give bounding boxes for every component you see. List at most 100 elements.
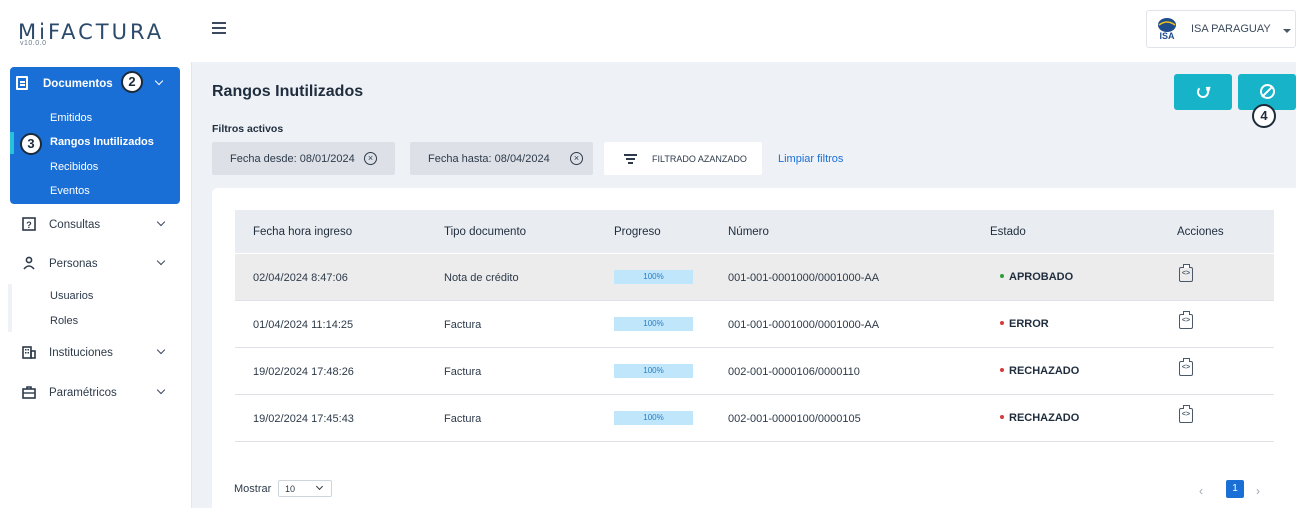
active-item-marker [10,132,14,154]
sidebar-item-consultas[interactable]: ? Consultas [22,216,172,236]
svg-text:?: ? [26,220,32,230]
remove-filter-icon[interactable]: × [570,152,583,165]
hamburger-menu-icon[interactable] [212,22,226,34]
refresh-button[interactable] [1174,74,1232,110]
status-dot-icon [1000,415,1004,420]
view-xml-icon[interactable]: <> [1179,264,1193,282]
building-icon [22,346,36,359]
column-header-progreso[interactable]: Progreso [614,226,661,238]
sidebar-item-personas[interactable]: Personas [22,255,172,275]
organization-selector[interactable]: ISA ISA PARAGUAY [1146,10,1296,48]
page-title: Rangos Inutilizados [212,83,364,100]
organization-logo-icon: ISA [1158,18,1176,41]
sidebar-item-parametricos[interactable]: Paramétricos [22,384,172,404]
view-xml-icon[interactable]: <> [1179,358,1193,376]
sidebar-item-emitidos[interactable]: Emitidos [50,112,92,124]
app-version: v10.0.0 [20,40,47,47]
briefcase-icon [22,386,36,399]
filter-chip-fecha-desde: Fecha desde: 08/01/2024 × [212,142,395,175]
cell-tipo: Factura [444,319,482,331]
top-bar: MiFACTURA v10.0.0 ISA ISA PARAGUAY [0,0,1296,62]
chevron-down-icon [156,256,166,266]
sidebar-item-label: Instituciones [49,347,113,359]
table-header: Fecha hora ingreso Tipo documento Progre… [235,210,1274,253]
advanced-filter-label: FILTRADO AZANZADO [652,154,747,164]
cell-fecha: 19/02/2024 17:48:26 [253,366,354,378]
column-header-estado[interactable]: Estado [990,226,1026,238]
page-size-label: Mostrar [234,483,272,495]
sidebar-item-label: Personas [49,258,98,270]
status-badge: APROBADO [1000,271,1073,283]
clear-filters-link[interactable]: Limpiar filtros [778,153,843,165]
cell-tipo: Factura [444,366,482,378]
cell-numero: 001-001-0001000/0001000-AA [728,319,880,331]
query-icon: ? [22,217,36,231]
status-label: APROBADO [1009,271,1074,283]
submenu-indicator [8,284,12,332]
chevron-down-icon [154,76,164,86]
organization-name: ISA PARAGUAY [1191,23,1271,35]
active-filters-title: Filtros activos [212,123,284,135]
cell-fecha: 01/04/2024 11:14:25 [253,319,354,331]
status-label: ERROR [1009,318,1049,330]
current-page-button[interactable]: 1 [1226,480,1244,498]
ban-icon [1260,84,1275,99]
document-icon [16,76,28,90]
column-header-acciones: Acciones [1177,226,1224,238]
status-label: RECHAZADO [1009,365,1080,377]
remove-filter-icon[interactable]: × [364,152,377,165]
previous-page-icon[interactable]: ‹ [1199,484,1203,498]
sidebar-item-eventos[interactable]: Eventos [50,185,90,197]
cell-fecha: 02/04/2024 8:47:06 [253,272,348,284]
filter-chip-label: Fecha desde: 08/01/2024 [230,153,355,165]
status-badge: RECHAZADO [1000,412,1079,424]
filter-icon [624,154,637,166]
filter-chip-label: Fecha hasta: 08/04/2024 [428,153,550,165]
next-page-icon[interactable]: › [1256,484,1260,498]
app-root: MiFACTURA v10.0.0 ISA ISA PARAGUAY Docum… [0,0,1296,508]
view-xml-icon[interactable]: <> [1179,405,1193,423]
status-badge: ERROR [1000,318,1049,330]
cell-tipo: Factura [444,413,482,425]
sidebar-item-roles[interactable]: Roles [50,315,78,327]
advanced-filter-button[interactable]: FILTRADO AZANZADO [604,142,762,175]
page-size-value: 10 [285,484,296,494]
cell-numero: 001-001-0001000/0001000-AA [728,272,880,284]
step-badge: 2 [121,71,143,93]
sidebar-item-label: Paramétricos [49,387,117,399]
table-row[interactable]: 01/04/2024 11:14:25 Factura 100% 001-001… [235,301,1274,348]
status-label: RECHAZADO [1009,412,1080,424]
column-header-numero[interactable]: Número [728,226,769,238]
chevron-down-icon [156,345,166,355]
status-badge: RECHAZADO [1000,365,1079,377]
filter-chip-fecha-hasta: Fecha hasta: 08/04/2024 × [410,142,593,175]
table-row[interactable]: 19/02/2024 17:48:26 Factura 100% 002-001… [235,348,1274,395]
sidebar: Documentos 2 Emitidos Rangos Inutilizado… [0,62,192,508]
cell-numero: 002-001-0000100/0000105 [728,413,861,425]
column-header-fecha[interactable]: Fecha hora ingreso [253,226,352,238]
progress-bar: 100% [614,364,693,378]
step-badge: 3 [20,133,42,155]
sidebar-item-recibidos[interactable]: Recibidos [50,161,98,173]
cell-numero: 002-001-0000106/0000110 [728,366,860,378]
table-row[interactable]: 02/04/2024 8:47:06 Nota de crédito 100% … [235,254,1274,301]
view-xml-icon[interactable]: <> [1179,311,1193,329]
cell-fecha: 19/02/2024 17:45:43 [253,413,354,425]
chevron-down-icon [156,217,166,227]
status-dot-icon [1000,321,1004,326]
column-header-tipo[interactable]: Tipo documento [444,226,526,238]
person-icon [23,256,35,270]
step-badge: 4 [1252,104,1276,128]
sidebar-item-rangos-inutilizados[interactable]: Rangos Inutilizados [50,136,154,148]
progress-bar: 100% [614,411,693,425]
sidebar-item-label: Consultas [49,219,101,231]
table-row[interactable]: 19/02/2024 17:45:43 Factura 100% 002-001… [235,395,1274,442]
sidebar-item-label: Documentos [43,78,113,90]
status-dot-icon [1000,368,1004,373]
chevron-down-icon [315,482,324,491]
refresh-icon [1197,86,1209,98]
cell-tipo: Nota de crédito [444,272,519,284]
page-size-select[interactable]: 10 [278,480,332,497]
sidebar-item-instituciones[interactable]: Instituciones [22,344,172,364]
sidebar-item-usuarios[interactable]: Usuarios [50,290,93,302]
